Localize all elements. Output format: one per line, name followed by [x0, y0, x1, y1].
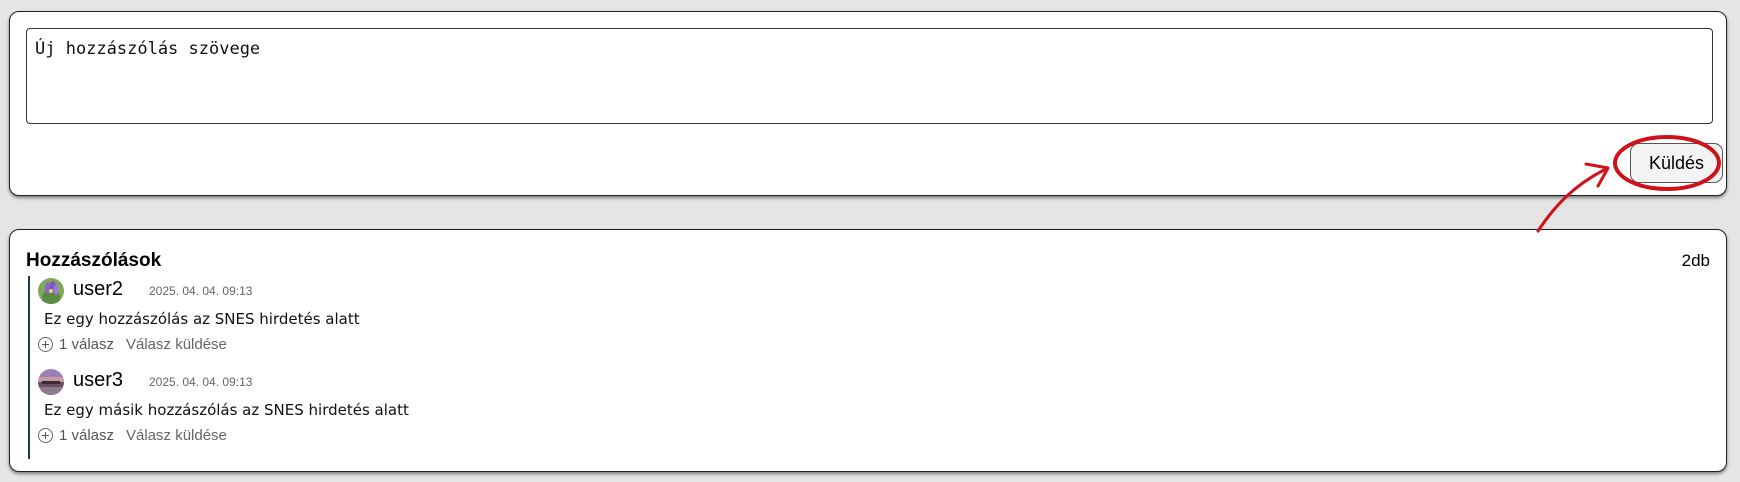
send-button[interactable]: Küldés	[1630, 143, 1723, 183]
comment-username[interactable]: user3	[73, 369, 123, 392]
comments-card: Hozzászólások 2db user2 2025. 04. 04. 09…	[9, 229, 1727, 472]
comments-title: Hozzászólások	[26, 250, 162, 271]
comment-text: Ez egy hozzászólás az SNES hirdetés alat…	[44, 310, 360, 328]
expand-plus-icon[interactable]	[38, 428, 53, 443]
landscape-avatar-icon	[38, 369, 64, 395]
flower-avatar-icon	[38, 278, 64, 304]
comment-textarea[interactable]	[26, 28, 1713, 124]
comment-item: user3 2025. 04. 04. 09:13 Ez egy másik h…	[28, 367, 530, 459]
comment-username[interactable]: user2	[73, 278, 123, 301]
reply-send-link[interactable]: Válasz küldése	[126, 427, 227, 444]
reply-count[interactable]: 1 válasz	[59, 336, 114, 353]
comments-count: 2db	[1681, 251, 1710, 270]
comment-item: user2 2025. 04. 04. 09:13 Ez egy hozzász…	[28, 276, 530, 368]
reply-toggle[interactable]: 1 válasz	[38, 427, 114, 444]
comment-text: Ez egy másik hozzászólás az SNES hirdeté…	[44, 401, 409, 419]
comment-timestamp: 2025. 04. 04. 09:13	[149, 375, 253, 389]
comment-timestamp: 2025. 04. 04. 09:13	[149, 284, 253, 298]
compose-card: Küldés	[9, 11, 1727, 196]
reply-count[interactable]: 1 válasz	[59, 427, 114, 444]
expand-plus-icon[interactable]	[38, 337, 53, 352]
reply-toggle[interactable]: 1 válasz	[38, 336, 114, 353]
reply-send-link[interactable]: Válasz küldése	[126, 336, 227, 353]
